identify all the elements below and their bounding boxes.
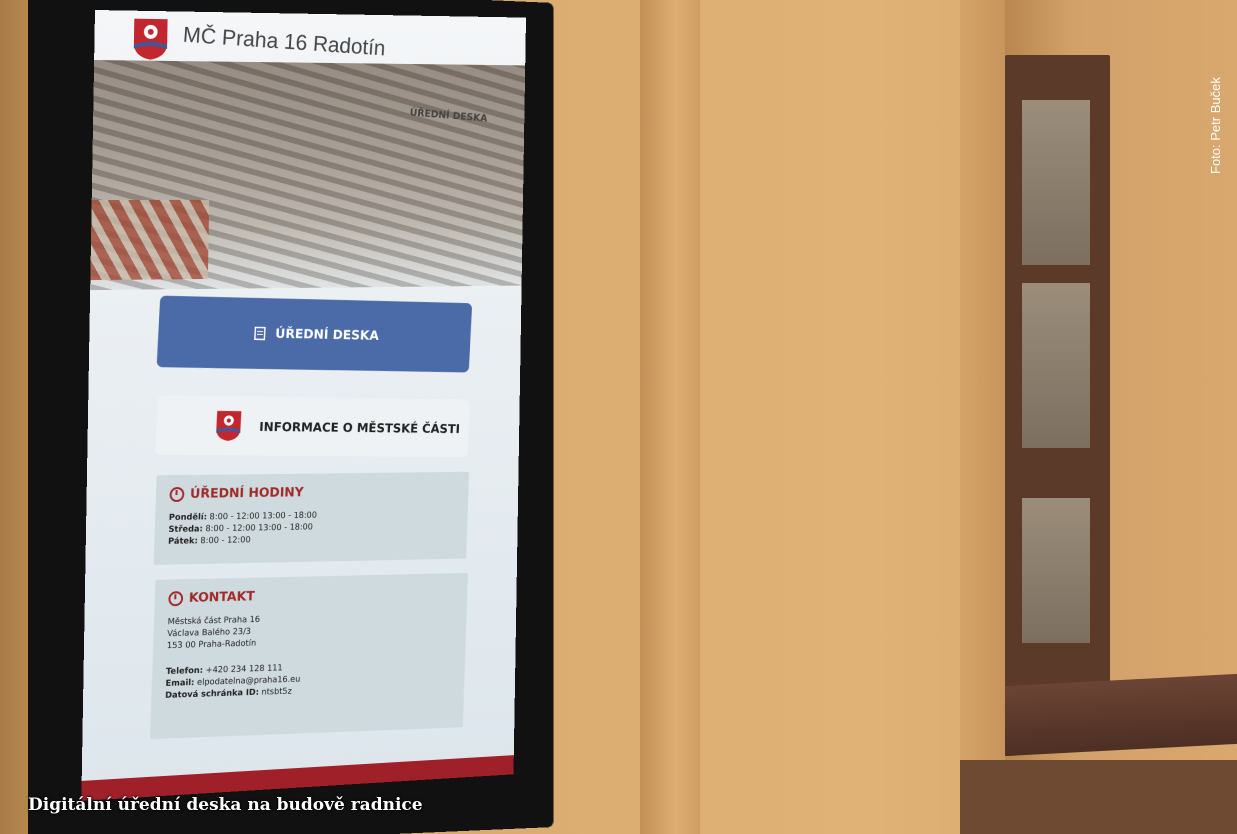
office-hours-card: ÚŘEDNÍ HODINY Pondělí: 8:00 - 12:00 13:0… bbox=[153, 471, 470, 565]
coat-of-arms-icon bbox=[215, 410, 242, 442]
wall-pillar bbox=[640, 0, 700, 834]
photo-caption: Digitální úřední deska na budově radnice bbox=[28, 795, 423, 815]
photo-credit-text: Foto: Petr Buček bbox=[1208, 77, 1223, 174]
email-label: Email: bbox=[165, 678, 195, 689]
official-board-button-label: ÚŘEDNÍ DESKA bbox=[274, 326, 380, 344]
wall-pillar bbox=[960, 0, 1010, 834]
roofs bbox=[90, 199, 210, 281]
contact-card: KONTAKT Městská část Praha 16 Václava Ba… bbox=[149, 572, 468, 740]
contact-title: KONTAKT bbox=[168, 585, 454, 607]
header-title: MČ Praha 16 Radotín bbox=[182, 21, 387, 61]
hours-time: 8:00 - 12:00 13:00 - 18:00 bbox=[209, 510, 318, 523]
hours-time: 8:00 - 12:00 bbox=[200, 535, 251, 547]
coat-of-arms-icon bbox=[133, 18, 168, 60]
photo-credit: Foto: Petr Buček bbox=[1208, 14, 1228, 174]
building-base bbox=[960, 760, 1237, 834]
office-hours-title: ÚŘEDNÍ HODINY bbox=[169, 484, 455, 503]
phone-label: Telefon: bbox=[165, 665, 204, 677]
hours-day: Pondělí: bbox=[168, 512, 208, 523]
official-board-button[interactable]: ÚŘEDNÍ DESKA bbox=[156, 295, 473, 373]
window-pane bbox=[1022, 283, 1090, 448]
hours-day: Pátek: bbox=[167, 536, 198, 547]
window-pane bbox=[1022, 100, 1090, 265]
clock-icon bbox=[168, 591, 184, 607]
office-hours-title-text: ÚŘEDNÍ HODINY bbox=[189, 485, 304, 502]
hours-time: 8:00 - 12:00 13:00 - 18:00 bbox=[205, 522, 314, 535]
district-info-button-label: INFORMACE O MĚSTSKÉ ČÁSTI bbox=[258, 418, 461, 436]
hours-day: Středa: bbox=[168, 524, 203, 535]
district-info-button[interactable]: INFORMACE O MĚSTSKÉ ČÁSTI bbox=[155, 394, 471, 458]
photo: MČ Praha 16 Radotín ÚŘEDNÍ DESKA ÚŘEDNÍ … bbox=[0, 0, 1237, 834]
contact-title-text: KONTAKT bbox=[188, 589, 256, 606]
databox-label: Datová schránka ID: bbox=[164, 687, 260, 701]
kiosk-screen: MČ Praha 16 Radotín ÚŘEDNÍ DESKA ÚŘEDNÍ … bbox=[81, 10, 527, 801]
aerial-photo bbox=[90, 59, 526, 291]
screen-header: MČ Praha 16 Radotín bbox=[94, 10, 526, 94]
document-icon bbox=[254, 326, 266, 340]
clock-icon bbox=[169, 486, 185, 503]
window-pane bbox=[1022, 498, 1090, 643]
window-sill bbox=[1005, 673, 1237, 757]
databox-value: ntsbt5z bbox=[261, 686, 292, 698]
